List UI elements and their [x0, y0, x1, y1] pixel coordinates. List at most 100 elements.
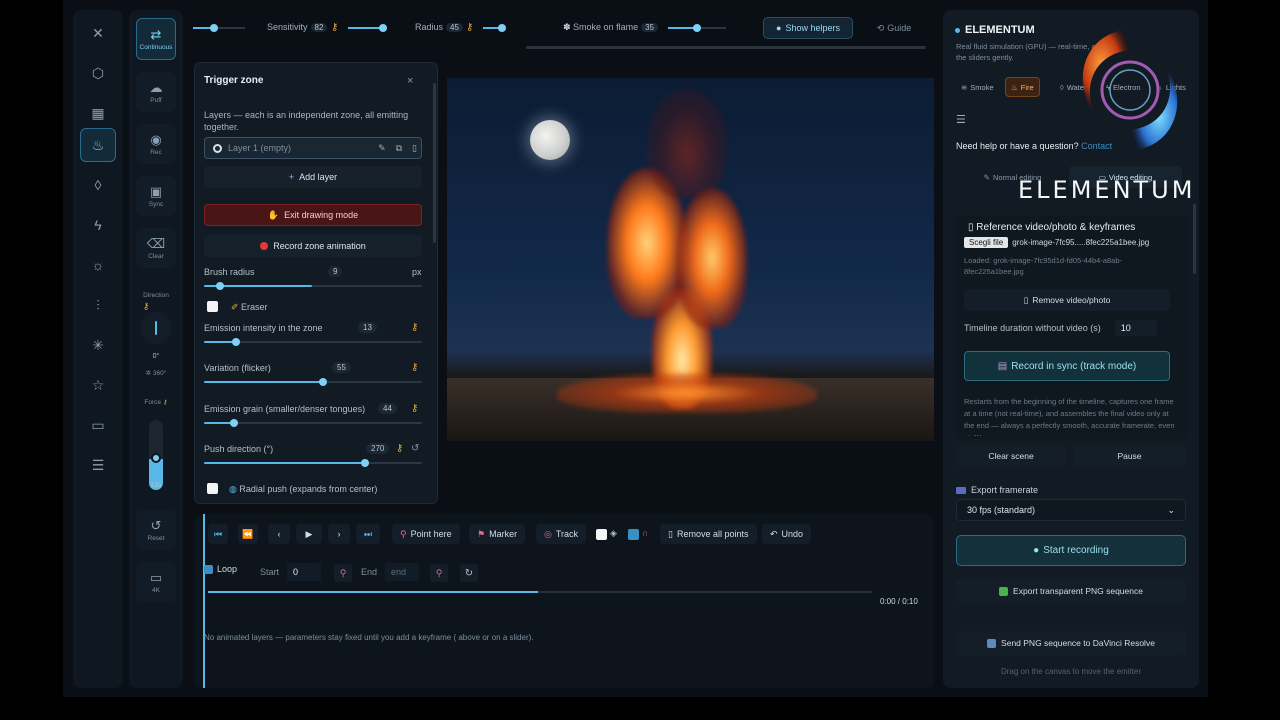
layer-row[interactable]: Layer 1 (empty) ✎ ⧉ ▯ [204, 137, 422, 159]
star-icon[interactable]: ☆ [80, 368, 116, 402]
grain-knob[interactable] [230, 419, 238, 427]
flame-right [677, 188, 747, 328]
show-helpers-button[interactable]: ● Show helpers [763, 17, 853, 39]
remove-video-button[interactable]: ▯ Remove video/photo [964, 289, 1170, 311]
continuous-button[interactable]: ⇄ Continuous [136, 18, 176, 60]
rec-button[interactable]: ◉ Rec [136, 124, 176, 164]
panel-scrollbar[interactable] [1193, 204, 1196, 274]
mode-smoke[interactable]: ≋ Smoke [956, 77, 999, 97]
variation-knob[interactable] [319, 378, 327, 386]
track-checkbox-1[interactable] [596, 529, 607, 540]
track-button[interactable]: ◎ Track [536, 524, 587, 544]
wand-icon[interactable]: ⫶ [80, 288, 116, 322]
fire-icon[interactable]: ♨ [80, 128, 116, 162]
direction-360-toggle[interactable]: ✲ 360° [129, 369, 183, 377]
skip-start-button[interactable]: ⏮ [208, 524, 228, 544]
key-icon[interactable]: ⚷ [119, 301, 173, 312]
close-button[interactable]: × [407, 75, 413, 87]
key-icon[interactable]: ⚷ [411, 322, 418, 333]
key-icon[interactable]: ⚷ [411, 362, 418, 373]
key-icon[interactable]: ⚷ [411, 403, 418, 414]
smoke-knob[interactable] [693, 24, 701, 32]
record-sync-button[interactable]: ▤ Record in sync (track mode) [964, 351, 1170, 381]
panel-scrollbar[interactable] [433, 83, 436, 243]
remove-all-points-button[interactable]: ▯ Remove all points [660, 524, 757, 544]
slider-knob[interactable] [210, 24, 218, 32]
grid-icon[interactable]: ▦ [80, 96, 116, 130]
eraser-checkbox[interactable] [207, 301, 218, 312]
duplicate-icon[interactable]: ⧉ [396, 143, 402, 154]
reset-button[interactable]: ↺ Reset [136, 510, 176, 550]
mode-fire[interactable]: ♨ Fire [1005, 77, 1040, 97]
pause-button[interactable]: Pause [1073, 445, 1186, 467]
pencil-icon[interactable]: ✎ [378, 143, 386, 154]
prev-button[interactable]: ‹ [268, 524, 290, 544]
record-zone-button[interactable]: Record zone animation [204, 235, 422, 257]
sliders-icon[interactable]: ☰ [80, 448, 116, 482]
guide-button[interactable]: ⟲ Guide [869, 17, 919, 39]
loop-toggle[interactable]: Loop [204, 564, 237, 574]
force-slider[interactable] [149, 420, 163, 490]
resolution-button[interactable]: ▭ 4K [136, 562, 176, 602]
sync-button[interactable]: ▣ Sync [136, 176, 176, 216]
simulation-canvas[interactable] [447, 78, 934, 441]
brush-knob[interactable] [216, 282, 224, 290]
direction-dial[interactable] [140, 312, 172, 344]
start-recording-button[interactable]: ● Start recording [956, 535, 1186, 566]
settings-sliders-icon[interactable]: ☰ [956, 113, 980, 131]
start-input[interactable]: 0 [287, 563, 322, 581]
export-png-button[interactable]: Export transparent PNG sequence [956, 579, 1186, 603]
track-checkbox-2[interactable] [628, 529, 639, 540]
target-icon: ◎ [544, 528, 552, 539]
pin-start-button[interactable]: ⚲ [334, 564, 352, 582]
point-here-button[interactable]: ⚲ Point here [392, 524, 460, 544]
timeline-progress [208, 591, 538, 593]
skip-end-button[interactable]: ⏭ [356, 524, 380, 544]
next-button[interactable]: › [328, 524, 350, 544]
horizontal-scrollbar[interactable] [526, 46, 926, 49]
key-icon[interactable]: ⚷ [331, 22, 338, 33]
sparkle-icon[interactable]: ✳ [80, 328, 116, 362]
frame-back-button[interactable]: ⏪ [238, 524, 258, 544]
radius-knob[interactable] [498, 24, 506, 32]
play-icon: ▶ [305, 528, 313, 539]
clear-button[interactable]: ⌫ Clear [136, 228, 176, 268]
film-icon: ▤ [997, 360, 1008, 372]
direction-value: 0° [152, 353, 160, 360]
clear-scene-button[interactable]: Clear scene [956, 445, 1066, 467]
force-knob[interactable] [151, 452, 161, 463]
pin-end-button[interactable]: ⚲ [430, 564, 448, 582]
choose-file-button[interactable]: Scegli file [964, 237, 1009, 248]
tools-icon[interactable]: ✕ [80, 16, 116, 50]
key-icon[interactable]: ⚷ [163, 399, 168, 406]
puff-label: Puff [150, 96, 162, 104]
undo-button[interactable]: ↶ Undo [762, 524, 812, 544]
framerate-select[interactable]: 30 fps (standard) ⌄ [956, 499, 1186, 521]
drop-icon[interactable]: ◊ [80, 168, 116, 202]
cube-icon[interactable]: ⬡ [80, 56, 116, 90]
sensitivity-knob[interactable] [379, 24, 387, 32]
eye-icon[interactable] [213, 143, 222, 153]
reset-loop-button[interactable]: ↻ [460, 564, 478, 582]
playhead[interactable] [203, 514, 205, 688]
reset-icon[interactable]: ↺ [411, 443, 419, 454]
push-knob[interactable] [361, 459, 369, 467]
key-icon[interactable]: ⚷ [396, 443, 403, 454]
radial-push-checkbox[interactable] [207, 483, 218, 494]
bolt-icon[interactable]: ϟ [80, 208, 116, 242]
sun-icon[interactable]: ☼ [80, 248, 116, 282]
timeline-track[interactable] [208, 591, 872, 593]
add-layer-button[interactable]: + Add layer [204, 166, 422, 188]
trash-icon[interactable]: ▯ [412, 143, 417, 154]
duration-input[interactable]: 10 [1114, 320, 1157, 336]
key-icon[interactable]: ⚷ [466, 22, 473, 33]
play-button[interactable]: ▶ [296, 524, 322, 544]
emission-knob[interactable] [232, 338, 240, 346]
davinci-button[interactable]: Send PNG sequence to DaVinci Resolve [956, 631, 1186, 655]
puff-button[interactable]: ☁ Puff [136, 72, 176, 112]
exit-drawing-button[interactable]: ✋ Exit drawing mode [204, 204, 422, 226]
folder-icon[interactable]: ▭ [80, 408, 116, 442]
loop-checkbox[interactable] [204, 564, 213, 574]
marker-button[interactable]: ⚑ Marker [469, 524, 526, 544]
end-input[interactable]: end [385, 563, 420, 581]
